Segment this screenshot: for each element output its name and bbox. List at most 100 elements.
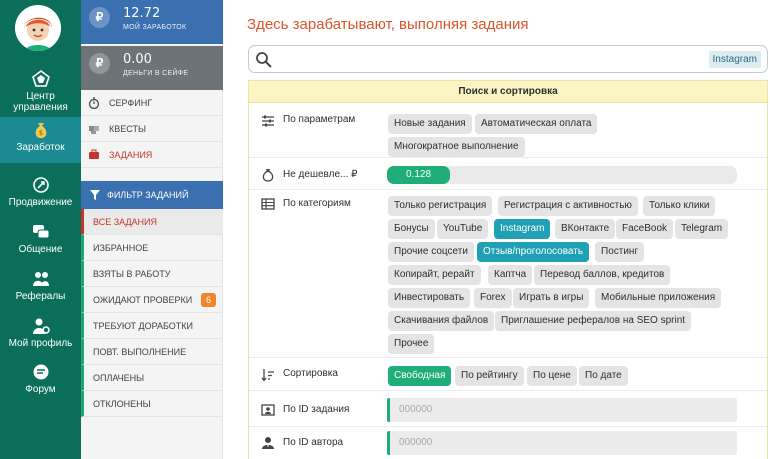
chip-category[interactable]: Telegram [675,219,729,239]
nav-item-dashboard[interactable]: Центр управления [0,66,81,113]
row-label: По ID задания [283,404,350,415]
filter-item-in-progress[interactable]: ВЗЯТЫ В РАБОТУ [81,261,223,287]
search-tag[interactable]: Instagram [708,51,761,68]
chip-category[interactable]: Приглашение рефералов на SEO sprint [495,311,692,331]
chip-category-selected[interactable]: Instagram [494,219,551,239]
nav-item-chat[interactable]: Общение [0,219,81,265]
menu-item-surfing[interactable]: СЕРФИНГ [81,90,223,116]
filter-item-repeat[interactable]: ПОВТ. ВЫПОЛНЕНИЕ [81,339,223,365]
task-id-row: По ID задания 000000 [249,395,767,427]
stopwatch-icon [88,97,100,109]
rocket-icon [32,177,49,193]
sort-option-date[interactable]: По дате [579,366,628,386]
chip-new-tasks[interactable]: Новые задания [388,114,472,134]
chip-category[interactable]: Прочее [388,334,435,354]
row-label: По категориям [283,198,351,209]
chip-category[interactable]: Только регистрация [388,196,493,216]
nav-item-label: Продвижение [8,197,73,208]
avatar-image [15,5,61,51]
chip-category[interactable]: Регистрация с активностью [498,196,638,216]
filter-item-label: ОЖИДАЮТ ПРОВЕРКИ [93,295,193,305]
filter-item-favorites[interactable]: ИЗБРАННОЕ [81,235,223,261]
profile-gear-icon [32,318,50,334]
filter-item-label: ОПЛАЧЕНЫ [93,373,145,383]
chip-category[interactable]: Бонусы [388,219,435,239]
chip-category[interactable]: Постинг [595,242,645,262]
dashboard-icon [31,70,50,87]
chip-category[interactable]: YouTube [437,219,489,239]
filter-item-label: ВСЕ ЗАДАНИЯ [93,217,158,227]
chip-category[interactable]: FaceBook [616,219,674,239]
nav-item-profile[interactable]: Мой профиль [0,313,81,359]
user-tie-icon [262,437,274,449]
sort-option-rating[interactable]: По рейтингу [455,366,524,386]
search-bar: Instagram [248,45,768,73]
main-content: Здесь зарабатывают, выполняя задания Ins… [223,0,770,459]
chip-category[interactable]: Мобильные приложения [595,288,722,308]
filter-item-label: ПОВТ. ВЫПОЛНЕНИЕ [93,347,187,357]
avatar[interactable] [15,5,61,51]
chip-category[interactable]: ВКонтакте [555,219,616,239]
price-row: Не дешевле... ₽ 0.128 [249,160,767,190]
sliders-icon [262,115,274,127]
task-id-input[interactable]: 000000 [387,398,737,422]
nav-item-forum[interactable]: Форум [0,359,81,405]
nav-item-referrals[interactable]: Рефералы [0,266,81,312]
filter-item-paid[interactable]: ОПЛАЧЕНЫ [81,365,223,391]
search-input[interactable] [279,50,679,68]
chip-category[interactable]: Играть в игры [513,288,590,308]
ruble-icon: ₽ [89,7,110,28]
filter-item-label: ВЗЯТЫ В РАБОТУ [93,269,171,279]
chip-category[interactable]: Перевод баллов, кредитов [534,265,671,285]
chip-category[interactable]: Каптча [488,265,533,285]
price-value[interactable]: 0.128 [387,166,450,184]
chip-category[interactable]: Скачивания файлов [388,311,495,331]
earnings-balance[interactable]: ₽ 12.72 МОЙ ЗАРАБОТОК [81,0,223,44]
menu-item-label: КВЕСТЫ [109,124,146,134]
sort-option-price[interactable]: По цене [527,366,577,386]
chip-category-selected[interactable]: Отзыв/проголосовать [477,242,590,262]
chip-category[interactable]: Forex [474,288,512,308]
chip-category[interactable]: Только клики [643,196,716,216]
chip-category[interactable]: Копирайт, рерайт [388,265,481,285]
filter-title: ФИЛЬТР ЗАДАНИЙ [107,190,189,200]
price-slider[interactable]: 0.128 [387,166,737,184]
chip-category[interactable]: Прочие соцсети [388,242,474,262]
filter-header[interactable]: ФИЛЬТР ЗАДАНИЙ [81,181,223,209]
panel-title: Поиск и сортировка [249,81,767,103]
search-sort-panel: Поиск и сортировка По параметрам Новые з… [248,80,768,459]
filter-item-rejected[interactable]: ОТКЛОНЕНЫ [81,391,223,417]
menu-item-quests[interactable]: КВЕСТЫ [81,116,223,142]
sort-icon [261,369,274,382]
nav-item-label: Рефералы [15,291,66,302]
chip-category[interactable]: Инвестировать [388,288,471,308]
nav-item-label: Общение [18,244,63,255]
row-label: По параметрам [283,114,356,125]
nav-item-label: Мой профиль [8,338,73,349]
briefcase-icon [89,149,99,159]
money-bag-icon [262,169,274,182]
app-root: Центр управления $ Заработок Продвижение… [0,0,770,459]
ruble-icon: ₽ [89,53,110,74]
balance-value: 0.00 [123,52,152,67]
author-id-input[interactable]: 000000 [387,431,737,455]
chip-multiple[interactable]: Многократное выполнение [388,137,525,157]
menu-item-tasks[interactable]: ЗАДАНИЯ [81,142,223,168]
filter-item-need-rework[interactable]: ТРЕБУЮТ ДОРАБОТКИ [81,313,223,339]
filter-item-all[interactable]: ВСЕ ЗАДАНИЯ [81,209,223,235]
row-label: Сортировка [283,368,338,379]
search-icon[interactable] [255,51,272,68]
nav-item-promotion[interactable]: Продвижение [0,172,81,218]
safe-balance[interactable]: ₽ 0.00 ДЕНЬГИ В СЕЙФЕ [81,46,223,90]
nav-item-label: Заработок [16,142,65,153]
nav-item-earnings[interactable]: $ Заработок [0,117,81,163]
earn-menu: СЕРФИНГ КВЕСТЫ ЗАДАНИЯ [81,90,223,168]
sort-option-free[interactable]: Свободная [388,366,452,386]
params-row: По параметрам Новые задания Автоматическ… [249,104,767,158]
filter-item-awaiting-review[interactable]: ОЖИДАЮТ ПРОВЕРКИ 6 [81,287,223,313]
nav-item-label: Центр управления [13,91,68,113]
chip-auto-payment[interactable]: Автоматическая оплата [475,114,598,134]
menu-item-label: ЗАДАНИЯ [109,150,153,160]
menu-item-label: СЕРФИНГ [109,98,153,108]
page-title: Здесь зарабатывают, выполняя задания [247,16,529,33]
